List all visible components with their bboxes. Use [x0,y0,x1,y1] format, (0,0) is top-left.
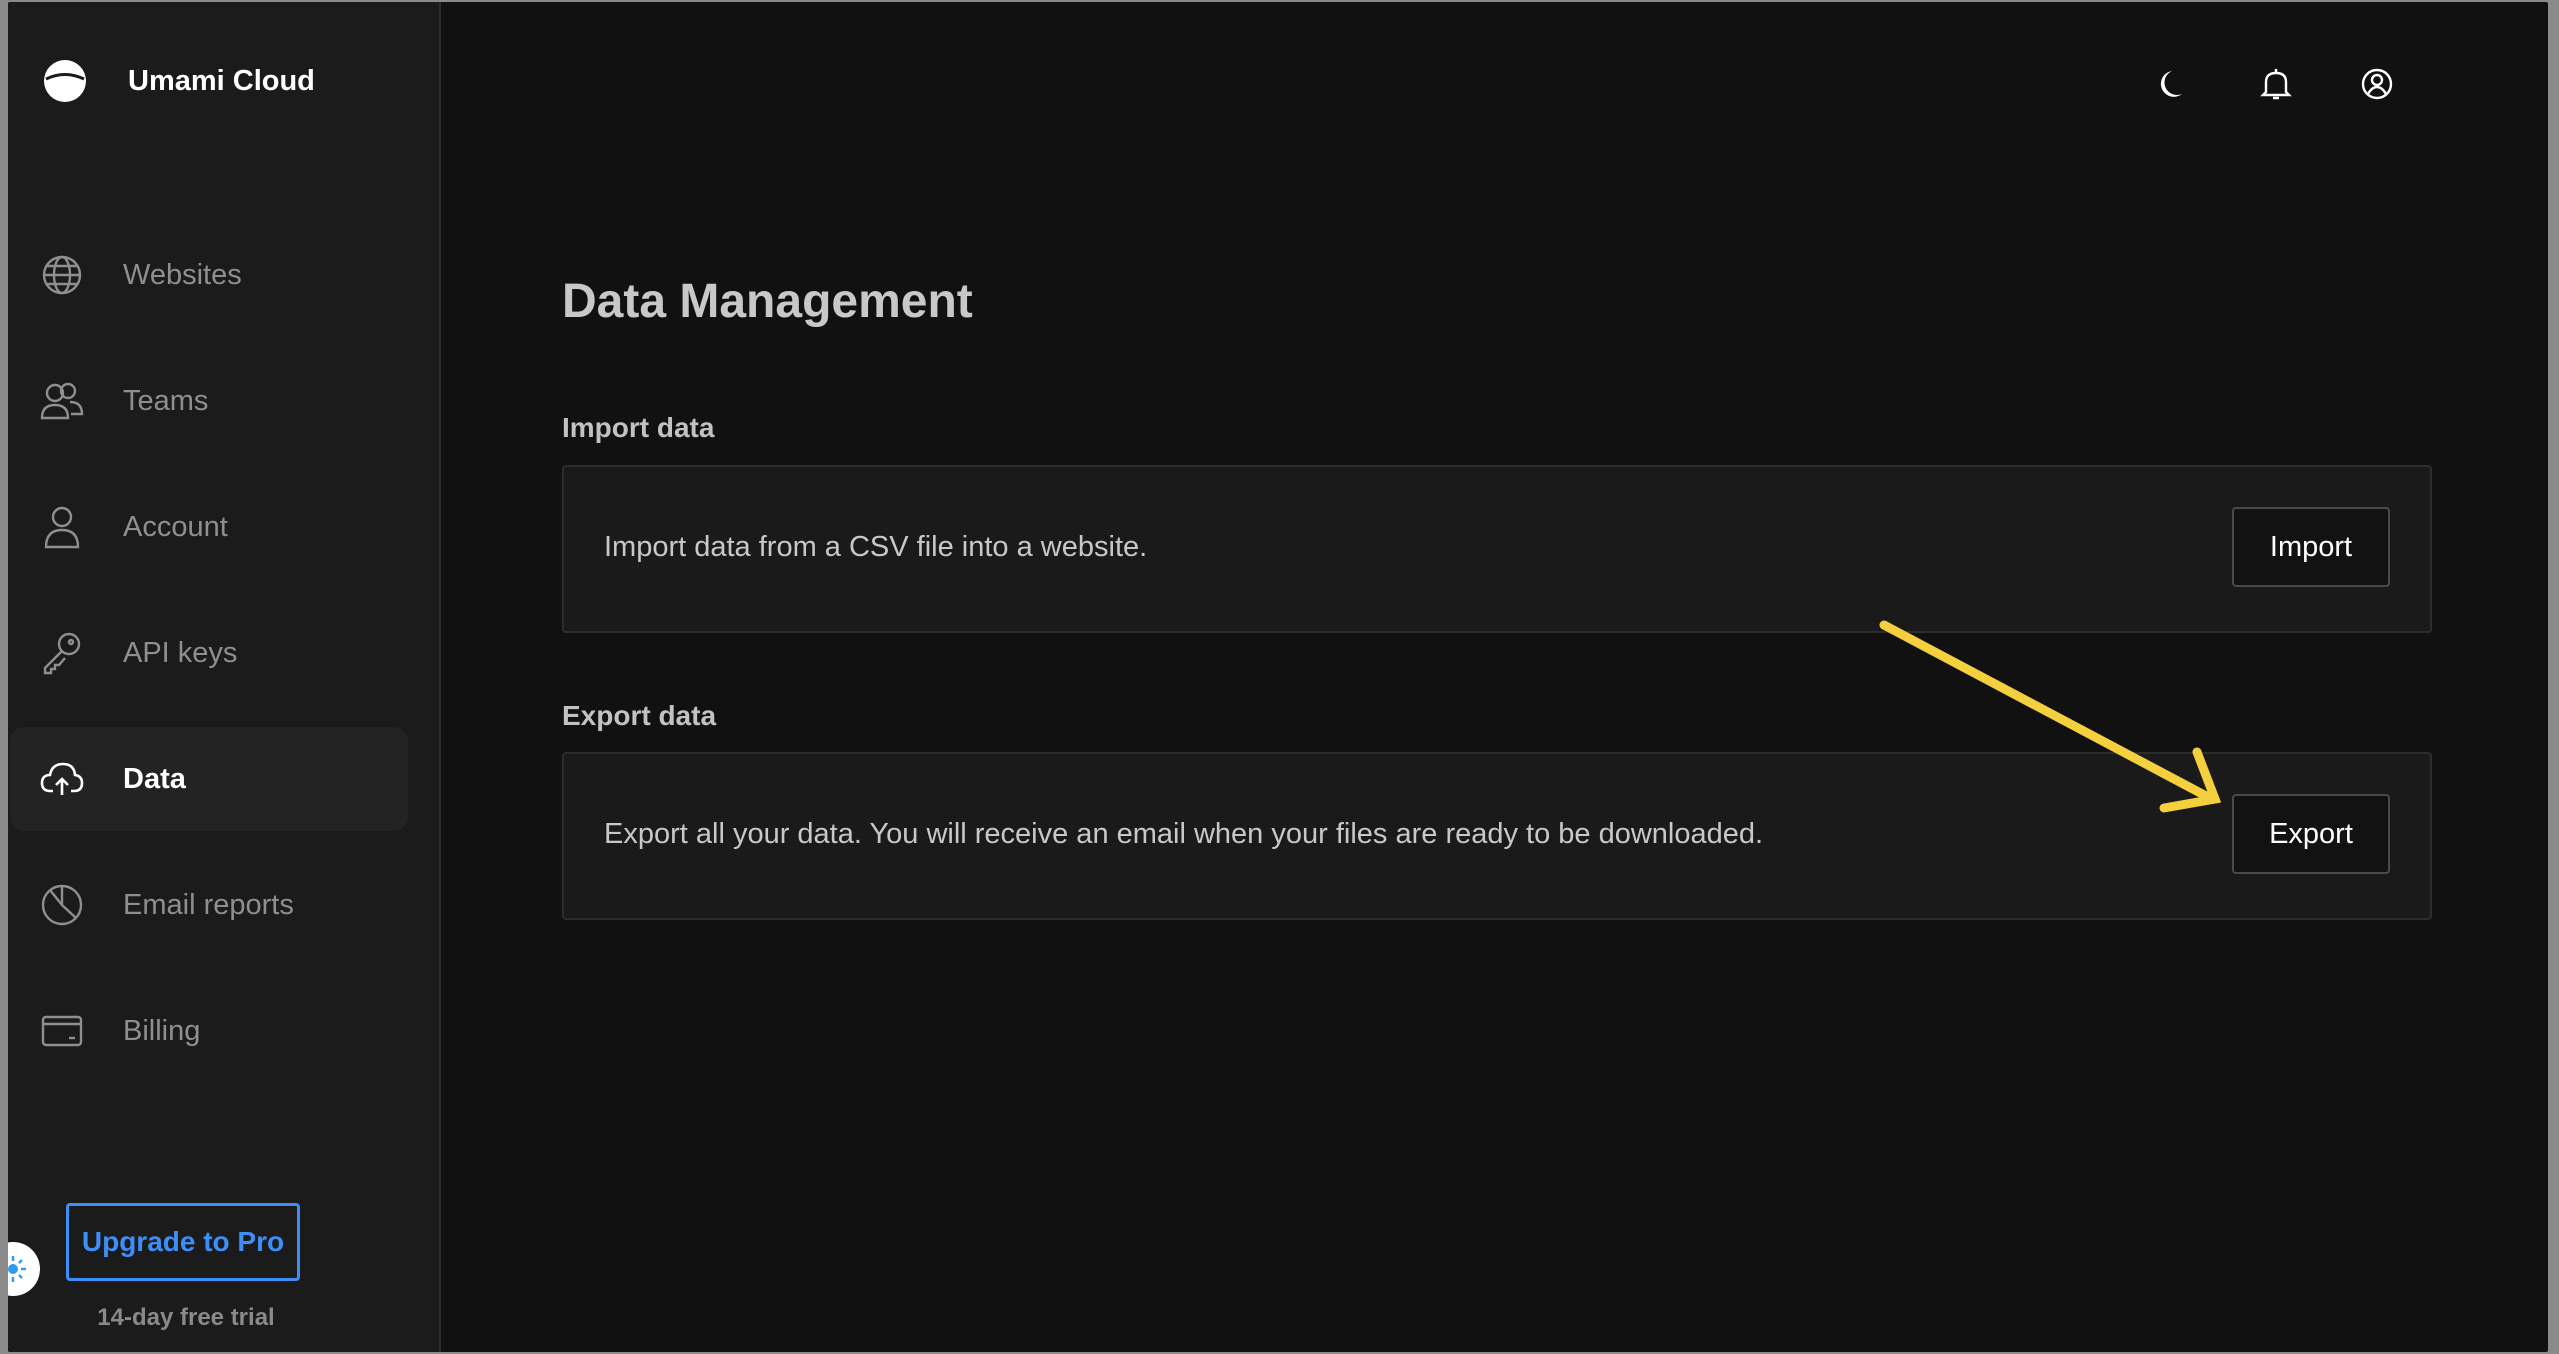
export-description: Export all your data. You will receive a… [604,818,1764,850]
sidebar-item-websites[interactable]: Websites [10,223,408,327]
import-section-title: Import data [562,412,715,443]
import-button[interactable]: Import [2232,507,2390,587]
sidebar-item-account[interactable]: Account [10,475,408,579]
sidebar-item-label: Email reports [123,888,294,921]
sidebar-item-email-reports[interactable]: Email reports [10,853,408,957]
sidebar-item-label: Data [123,762,186,795]
users-icon [40,379,84,423]
sun-icon [8,1256,26,1282]
helper-widget[interactable] [8,1242,40,1296]
sidebar-item-label: API keys [123,636,238,669]
sidebar-item-label: Websites [123,258,242,291]
sidebar-item-label: Teams [123,384,209,417]
trial-text: 14-day free trial [97,1304,275,1331]
brand-name: Umami Cloud [128,64,315,97]
profile-icon [2361,68,2393,100]
cloud-upload-icon [40,757,84,801]
app-window: Umami Cloud Websites Teams Account API k… [8,2,2548,1352]
sidebar-item-label: Account [123,510,228,543]
import-panel: Import data from a CSV file into a websi… [562,465,2432,633]
bell-icon [2260,69,2292,100]
moon-icon [2160,71,2182,97]
user-icon [40,505,84,549]
key-icon [40,631,84,675]
export-panel: Export all your data. You will receive a… [562,752,2432,920]
brand[interactable]: Umami Cloud [42,58,315,104]
credit-card-icon [40,1009,84,1053]
page-title: Data Management [562,275,973,328]
sidebar-item-teams[interactable]: Teams [10,349,408,453]
upgrade-button[interactable]: Upgrade to Pro [66,1203,300,1281]
export-section-title: Export data [562,700,717,731]
profile-button[interactable] [2357,64,2397,104]
sidebar-item-data[interactable]: Data [10,727,408,831]
umami-logo-icon [44,60,86,102]
theme-toggle-button[interactable] [2155,64,2195,104]
notifications-button[interactable] [2256,64,2296,104]
export-button[interactable]: Export [2232,794,2390,874]
pie-chart-icon [40,883,84,927]
sidebar-item-billing[interactable]: Billing [10,979,408,1083]
import-description: Import data from a CSV file into a websi… [604,531,1148,563]
sidebar-item-label: Billing [123,1014,201,1047]
sidebar-item-api-keys[interactable]: API keys [10,601,408,705]
sidebar: Umami Cloud Websites Teams Account API k… [8,2,441,1352]
globe-icon [40,253,84,297]
